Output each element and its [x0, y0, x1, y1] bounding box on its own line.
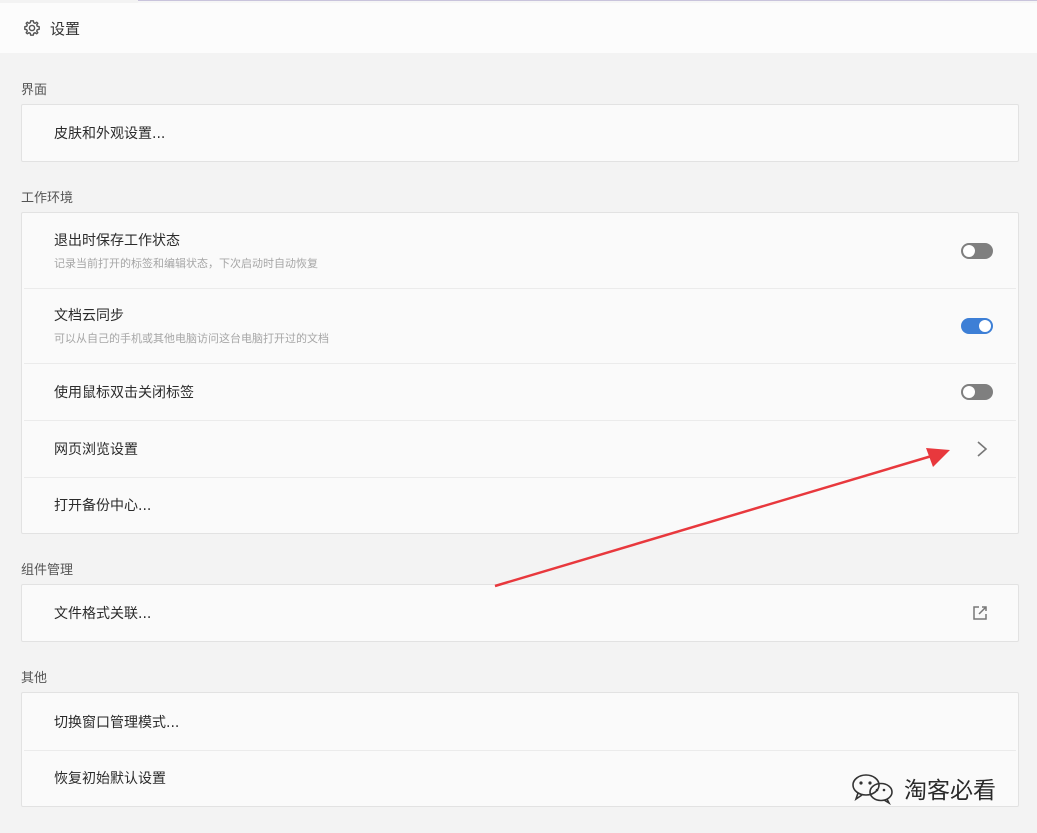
cloud-sync-toggle[interactable] — [961, 317, 993, 334]
row-label: 皮肤和外观设置... — [54, 126, 166, 142]
chevron-right-icon — [977, 440, 988, 457]
row-save-work-state[interactable]: 退出时保存工作状态 记录当前打开的标签和编辑状态，下次启动时自动恢复 — [22, 213, 1018, 288]
page-title: 设置 — [50, 19, 81, 38]
toggle-knob — [979, 319, 991, 332]
double-click-close-toggle[interactable] — [961, 383, 993, 400]
external-link-icon — [973, 606, 987, 620]
row-label: 文档云同步 — [54, 308, 124, 324]
gear-icon — [23, 19, 41, 37]
row-description: 记录当前打开的标签和编辑状态，下次启动时自动恢复 — [54, 257, 318, 270]
row-cloud-sync[interactable]: 文档云同步 可以从自己的手机或其他电脑访问这台电脑打开过的文档 — [22, 288, 1018, 363]
section-label-workspace: 工作环境 — [21, 191, 74, 206]
save-state-toggle[interactable] — [961, 242, 993, 259]
row-skin-appearance[interactable]: 皮肤和外观设置... — [22, 105, 1018, 161]
row-web-browsing-settings[interactable]: 网页浏览设置 — [22, 420, 1018, 477]
row-label: 文件格式关联... — [54, 606, 152, 622]
section-label-components: 组件管理 — [21, 563, 74, 578]
row-label: 网页浏览设置 — [54, 441, 138, 458]
card-interface: 皮肤和外观设置... — [21, 104, 1019, 162]
row-backup-center[interactable]: 打开备份中心... — [22, 477, 1018, 533]
toggle-knob — [963, 385, 975, 398]
row-file-association[interactable]: 文件格式关联... — [22, 585, 1018, 641]
settings-header: 设置 — [0, 3, 1037, 53]
row-label: 退出时保存工作状态 — [54, 233, 180, 249]
row-label: 切换窗口管理模式... — [54, 714, 180, 731]
row-label: 打开备份中心... — [54, 498, 152, 514]
row-double-click-close-tab[interactable]: 使用鼠标双击关闭标签 — [22, 363, 1018, 420]
watermark: 淘客必看 — [848, 768, 1018, 808]
row-window-mode[interactable]: 切换窗口管理模式... — [22, 693, 1018, 750]
watermark-text: 淘客必看 — [904, 778, 996, 804]
card-components: 文件格式关联... — [21, 584, 1019, 642]
row-label: 使用鼠标双击关闭标签 — [54, 384, 194, 401]
section-label-other: 其他 — [21, 671, 48, 686]
card-workspace: 退出时保存工作状态 记录当前打开的标签和编辑状态，下次启动时自动恢复 文档云同步… — [21, 212, 1019, 534]
row-description: 可以从自己的手机或其他电脑访问这台电脑打开过的文档 — [54, 332, 329, 345]
wechat-icon — [852, 774, 893, 805]
section-label-interface: 界面 — [21, 83, 48, 98]
toggle-knob — [963, 244, 975, 257]
